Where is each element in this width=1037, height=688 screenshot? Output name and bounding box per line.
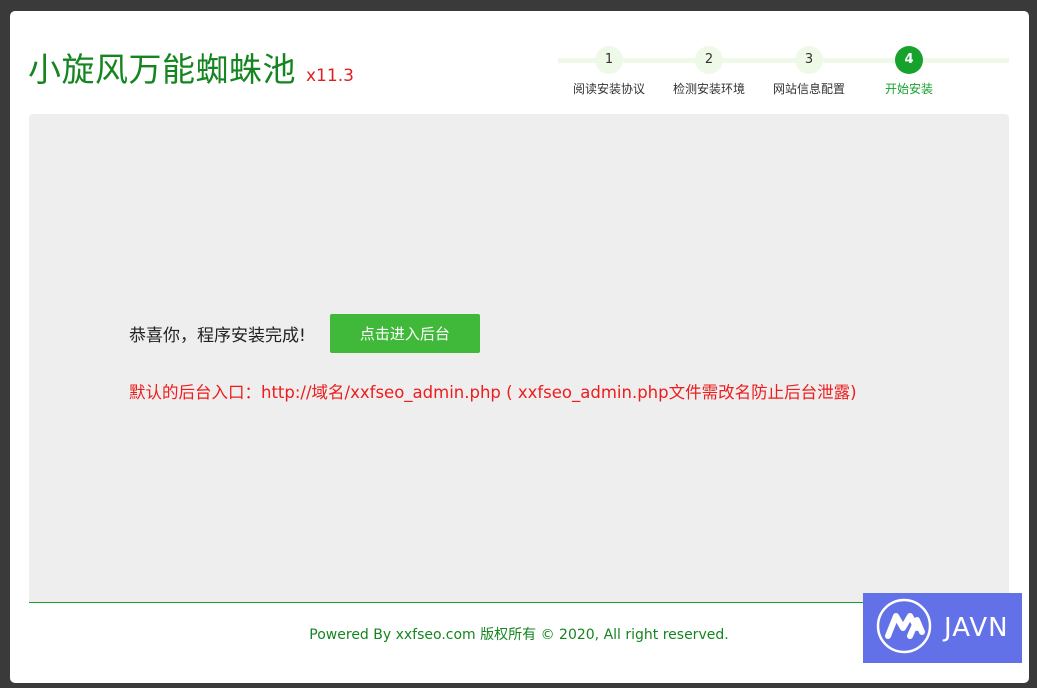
footer-copyright: Powered By xxfseo.com 版权所有 © 2020, All r… xyxy=(309,627,729,643)
brand: 小旋风万能蜘蛛池 x11.3 xyxy=(28,43,354,91)
watermark-text: JAVN xyxy=(944,613,1009,643)
brand-name: 小旋风万能蜘蛛池 xyxy=(28,50,296,89)
step-4-number: 4 xyxy=(895,46,923,74)
brand-version: x11.3 xyxy=(306,66,354,86)
step-1-number: 1 xyxy=(595,46,623,74)
step-2-number: 2 xyxy=(695,46,723,74)
step-3-label: 网站信息配置 xyxy=(772,82,845,96)
admin-entry-note: 默认的后台入口：http://域名/xxfseo_admin.php ( xxf… xyxy=(129,383,857,402)
footer-divider xyxy=(29,602,1009,603)
enter-admin-button[interactable]: 点击进入后台 xyxy=(329,314,480,353)
success-row: 恭喜你，程序安装完成! 点击进入后台 xyxy=(129,314,480,353)
watermark-badge: JAVN xyxy=(863,593,1022,663)
success-message: 恭喜你，程序安装完成! xyxy=(129,326,306,346)
step-4: 4 开始安装 xyxy=(854,46,964,97)
step-4-label: 开始安装 xyxy=(884,82,933,96)
step-1: 1 阅读安装协议 xyxy=(554,46,664,97)
main-panel: 恭喜你，程序安装完成! 点击进入后台 默认的后台入口：http://域名/xxf… xyxy=(29,114,1009,602)
step-1-label: 阅读安装协议 xyxy=(572,82,645,96)
step-3-number: 3 xyxy=(795,46,823,74)
m-logo-icon xyxy=(876,598,932,658)
step-2-label: 检测安装环境 xyxy=(672,82,745,96)
step-2: 2 检测安装环境 xyxy=(654,46,764,97)
installer-window: 小旋风万能蜘蛛池 x11.3 1 阅读安装协议 2 检测安装环境 3 网站信息配… xyxy=(10,11,1029,683)
step-3: 3 网站信息配置 xyxy=(754,46,864,97)
